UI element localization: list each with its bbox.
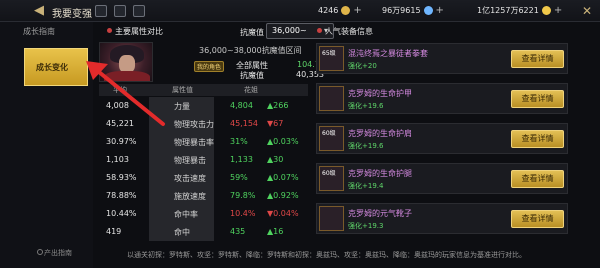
item-level: 65级 (322, 50, 336, 57)
item-name: 混沌终焉之暴徒者拳套 (348, 49, 428, 58)
item-enhance: 强化+19.4 (348, 182, 384, 190)
item-level: 60级 (322, 170, 336, 177)
item-name: 克罗姆的生命护腿 (348, 169, 412, 178)
item-enhance: 强化+19.3 (348, 222, 384, 230)
item-enhance: 强化+19.6 (348, 142, 384, 150)
item-enhance: 强化+19.6 (348, 102, 384, 110)
equipment-icon: 65级 (319, 46, 344, 71)
item-level: 60级 (322, 130, 336, 137)
section-bullet-icon (317, 28, 322, 33)
equip-item: 克罗姆的元气靴子 强化+19.3 查看详情 (316, 203, 568, 234)
equipment-icon: 60级 (319, 126, 344, 151)
view-details-button[interactable]: 查看详情 (511, 50, 564, 68)
view-details-button[interactable]: 查看详情 (511, 170, 564, 188)
view-details-button[interactable]: 查看详情 (511, 210, 564, 228)
item-enhance: 强化+20 (348, 62, 377, 70)
view-details-button[interactable]: 查看详情 (511, 90, 564, 108)
equipment-icon (319, 206, 344, 231)
equip-item: 60级 克罗姆的生命护腿 强化+19.4 查看详情 (316, 163, 568, 194)
equipment-icon (319, 86, 344, 111)
equip-section-title: 人气装备信息 (325, 27, 373, 36)
item-name: 克罗姆的生命护甲 (348, 89, 412, 98)
footer-note: 以通关初探：罗特斯、攻坚：罗特斯、降临：罗特斯和初探：奥兹玛、攻坚：奥兹玛、降临… (127, 251, 526, 259)
equip-item: 65级 混沌终焉之暴徒者拳套 强化+20 查看详情 (316, 43, 568, 74)
item-name: 克罗姆的生命护肩 (348, 129, 412, 138)
equip-item: 克罗姆的生命护甲 强化+19.6 查看详情 (316, 83, 568, 114)
view-details-button[interactable]: 查看详情 (511, 130, 564, 148)
equip-item: 60级 克罗姆的生命护肩 强化+19.6 查看详情 (316, 123, 568, 154)
item-name: 克罗姆的元气靴子 (348, 209, 412, 218)
equipment-icon: 60级 (319, 166, 344, 191)
